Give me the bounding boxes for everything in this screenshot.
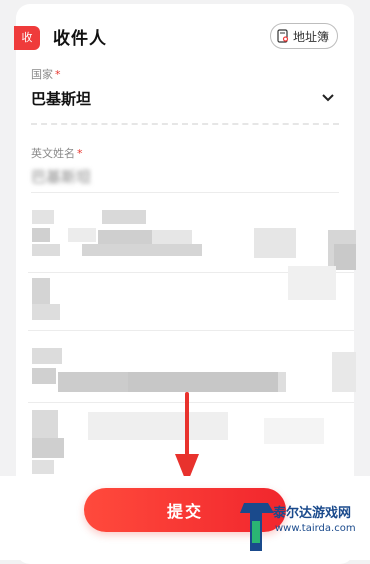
divider <box>31 123 339 125</box>
page-title: 收件人 <box>53 29 107 49</box>
watermark-name: 泰尔达游戏网 <box>273 506 352 521</box>
english-name-input[interactable]: 巴基斯坦 <box>31 166 91 187</box>
required-mark: * <box>77 147 83 160</box>
address-book-icon <box>277 29 289 43</box>
english-name-label-text: 英文姓名 <box>31 147 75 160</box>
address-book-label: 地址簿 <box>292 29 329 44</box>
watermark-url: www.tairda.com <box>275 523 356 534</box>
arrow-down-icon <box>175 392 199 484</box>
country-label: 国家 * <box>31 66 61 82</box>
country-select[interactable]: 巴基斯坦 <box>31 88 91 109</box>
recipient-tag: 收 <box>14 26 40 50</box>
address-book-button[interactable]: 地址簿 <box>269 23 338 49</box>
country-label-text: 国家 <box>31 68 53 81</box>
recipient-header: 收 收件人 地址簿 <box>14 22 354 54</box>
divider <box>31 192 339 193</box>
english-name-label: 英文姓名 * <box>31 145 83 161</box>
chevron-down-icon[interactable] <box>322 94 334 102</box>
required-mark: * <box>55 68 61 81</box>
